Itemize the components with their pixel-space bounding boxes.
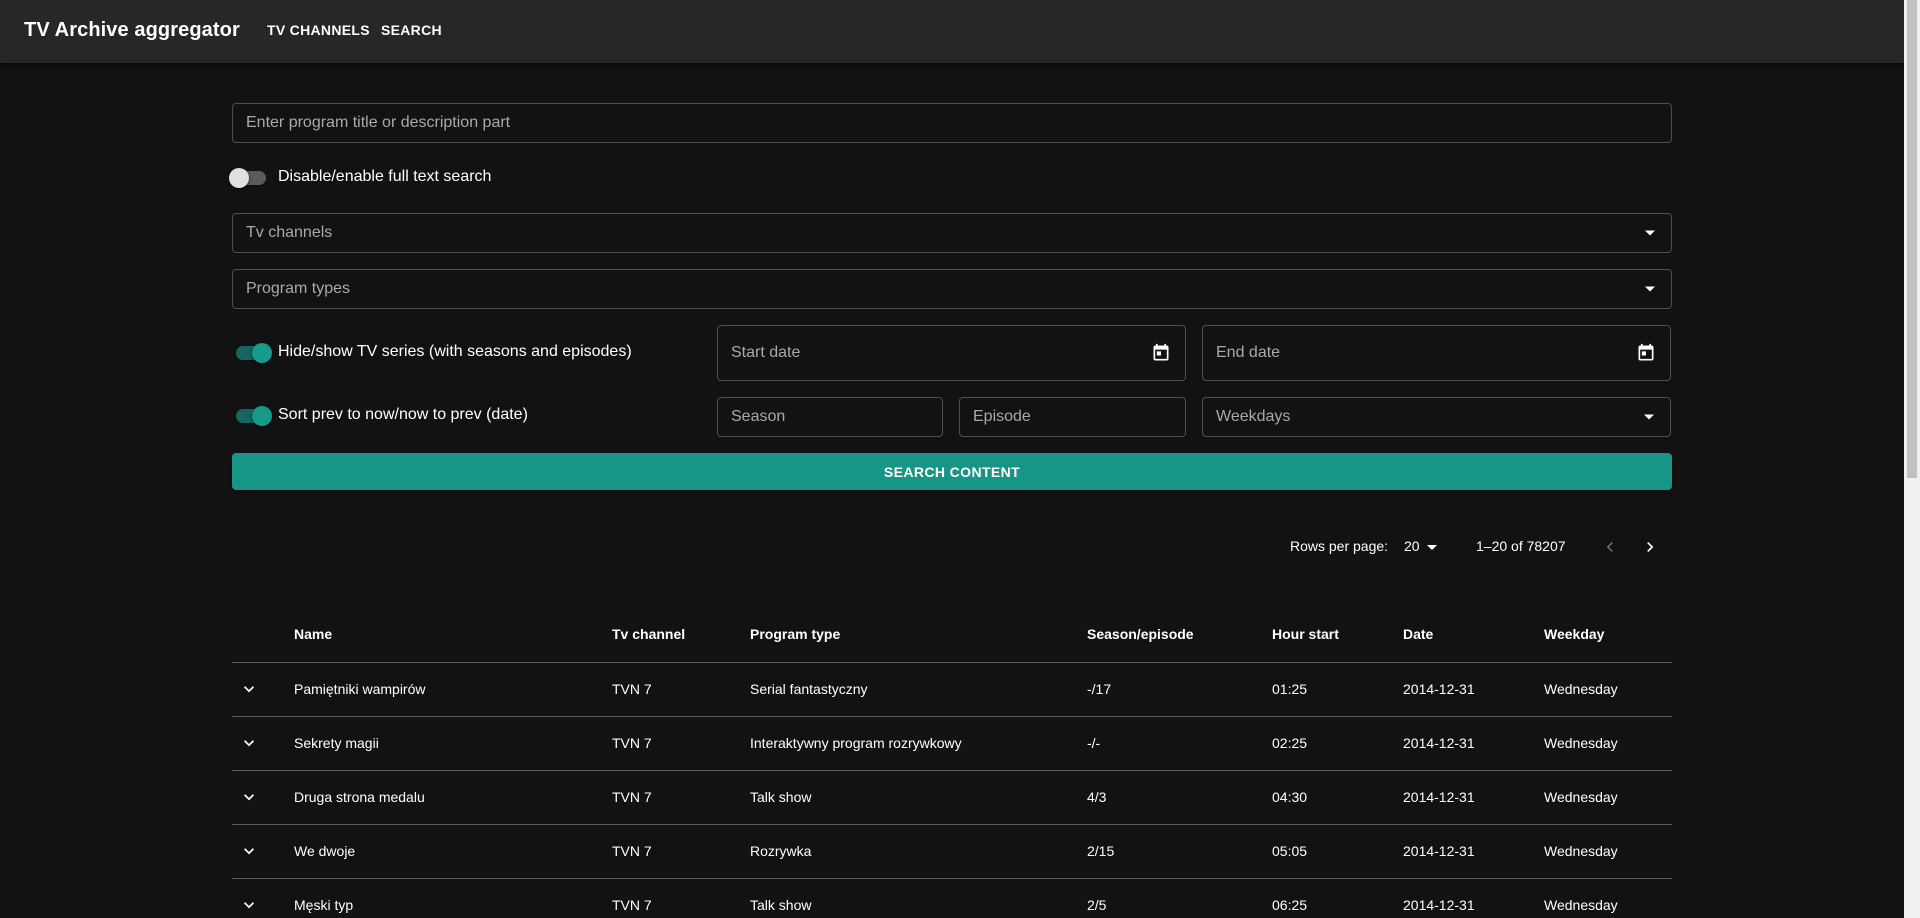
chevron-down-icon[interactable] [239,841,259,861]
row-divider [232,878,1672,879]
cell-season-episode: 4/3 [1087,789,1107,805]
tv-channels-select[interactable]: Tv channels [232,213,1672,253]
season-placeholder: Season [731,408,786,425]
sort-order-label: Sort prev to now/now to prev (date) [278,406,528,423]
end-date-placeholder: End date [1216,344,1281,361]
cell-name: Pamiętniki wampirów [294,681,426,697]
episode-placeholder: Episode [973,408,1031,425]
cell-hour-start: 04:30 [1272,789,1308,805]
calendar-icon[interactable] [1636,342,1656,364]
column-header-program-type[interactable]: Program type [750,626,840,642]
app-bar: TV Archive aggregator TV CHANNELS SEARCH [0,0,1904,63]
cell-date: 2014-12-31 [1403,843,1475,859]
weekdays-placeholder: Weekdays [1216,408,1291,425]
start-date-input[interactable]: Start date [717,325,1186,381]
arrow-drop-down-icon[interactable] [1427,545,1437,550]
search-query-input[interactable]: Enter program title or description part [232,103,1672,143]
episode-input[interactable]: Episode [959,397,1186,437]
cell-hour-start: 05:05 [1272,843,1308,859]
column-header-date[interactable]: Date [1403,626,1433,642]
cell-name: Sekrety magii [294,735,379,751]
calendar-icon[interactable] [1151,342,1171,364]
cell-tv-channel: TVN 7 [612,843,652,859]
column-header-season-episode[interactable]: Season/episode [1087,626,1194,642]
cell-season-episode: -/17 [1087,681,1112,697]
arrow-drop-down-icon [1644,414,1654,420]
end-date-input[interactable]: End date [1202,325,1671,381]
nav-tv-channels[interactable]: TV CHANNELS [267,22,370,38]
column-header-name[interactable]: Name [294,626,332,642]
cell-program-type: Rozrywka [750,843,812,859]
fulltext-search-label: Disable/enable full text search [278,168,492,185]
season-input[interactable]: Season [717,397,943,437]
cell-weekday: Wednesday [1544,789,1618,805]
tv-channels-placeholder: Tv channels [246,224,333,241]
cell-weekday: Wednesday [1544,681,1618,697]
rows-per-page-select[interactable]: 20 [1404,538,1420,554]
cell-tv-channel: TVN 7 [612,897,652,913]
search-query-placeholder: Enter program title or description part [246,114,511,131]
cell-name: Druga strona medalu [294,789,425,805]
cell-program-type: Talk show [750,897,812,913]
app-title: TV Archive aggregator [24,19,240,41]
cell-program-type: Serial fantastyczny [750,681,868,697]
cell-tv-channel: TVN 7 [612,735,652,751]
chevron-down-icon[interactable] [239,733,259,753]
column-header-hour-start[interactable]: Hour start [1272,626,1339,642]
cell-weekday: Wednesday [1544,843,1618,859]
row-divider [232,770,1672,771]
program-types-select[interactable]: Program types [232,269,1672,309]
column-header-tv-channel[interactable]: Tv channel [612,626,685,642]
fulltext-search-switch[interactable] [229,168,267,188]
cell-season-episode: 2/5 [1087,897,1107,913]
rows-per-page-label: Rows per page: [1290,538,1389,554]
weekdays-select[interactable]: Weekdays [1202,397,1671,437]
switch-thumb [229,168,249,188]
chevron-down-icon[interactable] [239,895,259,915]
cell-tv-channel: TVN 7 [612,681,652,697]
tv-series-switch[interactable] [233,343,272,363]
pagination-range: 1–20 of 78207 [1476,538,1566,554]
scrollbar-thumb[interactable] [1907,0,1917,478]
switch-thumb [252,406,272,426]
chevron-down-icon[interactable] [239,787,259,807]
cell-date: 2014-12-31 [1403,897,1475,913]
nav-search[interactable]: SEARCH [381,22,442,38]
chevron-down-icon[interactable] [239,679,259,699]
cell-date: 2014-12-31 [1403,789,1475,805]
cell-program-type: Interaktywny program rozrywkowy [750,735,962,751]
row-divider [232,716,1672,717]
column-header-weekday[interactable]: Weekday [1544,626,1604,642]
cell-weekday: Wednesday [1544,897,1618,913]
page-scrollbar[interactable] [1904,0,1920,918]
cell-name: We dwoje [294,843,356,859]
chevron-left-icon[interactable] [1600,537,1620,557]
program-types-placeholder: Program types [246,280,351,297]
cell-season-episode: 2/15 [1087,843,1115,859]
cell-weekday: Wednesday [1544,735,1618,751]
cell-season-episode: -/- [1087,735,1101,751]
cell-hour-start: 06:25 [1272,897,1308,913]
cell-program-type: Talk show [750,789,812,805]
cell-hour-start: 02:25 [1272,735,1308,751]
cell-date: 2014-12-31 [1403,735,1475,751]
cell-date: 2014-12-31 [1403,681,1475,697]
cell-name: Męski typ [294,897,354,913]
cell-hour-start: 01:25 [1272,681,1308,697]
tv-series-label: Hide/show TV series (with seasons and ep… [278,343,632,360]
sort-order-switch[interactable] [233,406,272,426]
row-divider [232,824,1672,825]
chevron-right-icon[interactable] [1640,537,1660,557]
start-date-placeholder: Start date [731,344,801,361]
arrow-drop-down-icon [1645,230,1655,236]
search-content-button[interactable]: SEARCH CONTENT [232,453,1672,490]
switch-thumb [252,343,272,363]
cell-tv-channel: TVN 7 [612,789,652,805]
table-header-divider [232,662,1672,663]
arrow-drop-down-icon [1645,286,1655,292]
